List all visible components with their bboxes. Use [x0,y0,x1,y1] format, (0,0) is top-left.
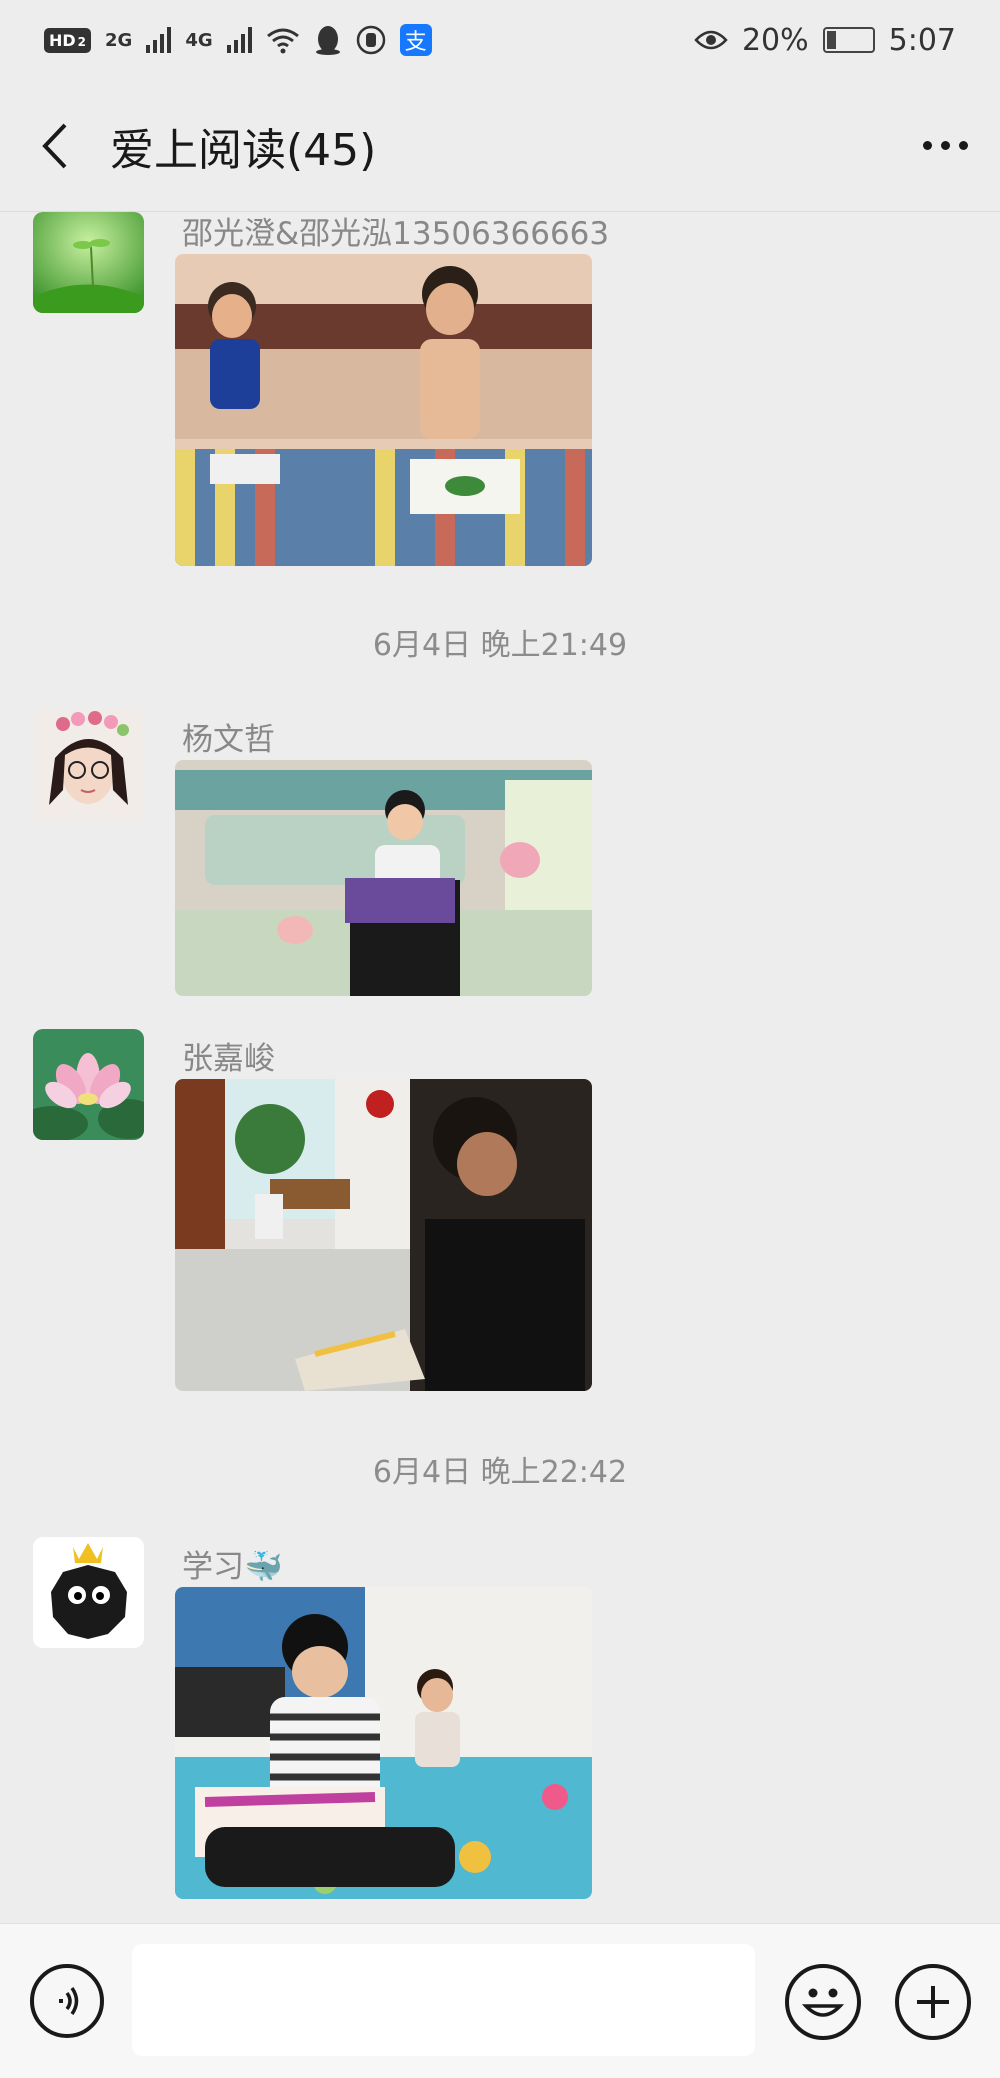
network-4g-label: 4G [185,29,213,51]
two-boys-reading-on-bed-image [175,254,592,566]
clock: 5:07 [888,22,956,58]
two-boys-reading-on-blanket-image [175,1587,592,1899]
avatar[interactable] [33,710,144,821]
chat-header: 爱上阅读(45) [0,80,1000,212]
avatar[interactable] [33,1537,144,1648]
status-right: 20% 5:07 [694,23,956,58]
status-left: HD 2 2G 4G 支 [44,24,432,56]
signal-icon-2 [226,27,252,53]
back-icon[interactable] [0,80,110,212]
black-soot-sprite-crown-avatar-image [33,1537,144,1648]
sender-name: 邵光澄&邵光泓13506366663 [182,216,610,252]
more-options-icon[interactable] [890,80,1000,212]
signal-icon [146,27,172,53]
chat-photo[interactable] [175,254,592,566]
timestamp: 6月4日 晚上22:42 [372,1455,628,1490]
chat-title: 爱上阅读(45) [110,124,377,176]
hand-stop-icon [356,25,385,55]
plus-icon [917,1986,949,2018]
network-2g-label: 2G [105,29,133,51]
chat-photo[interactable] [175,1079,592,1391]
chat-photo[interactable] [175,760,592,996]
voice-input-button[interactable] [30,1964,104,2038]
battery-icon [822,27,875,53]
sender-name: 杨文哲 [182,722,275,758]
leaf-sprout-avatar-image [33,212,144,313]
hd-icon: HD 2 [44,27,92,53]
sim-label: 2 [77,34,87,49]
wifi-icon [266,28,299,54]
message-input[interactable] [132,1944,755,2056]
alipay-icon: 支 [399,24,432,56]
avatar[interactable] [33,212,144,313]
boy-reading-on-floor-image [175,1079,592,1391]
qq-penguin-icon [315,26,340,55]
battery-percent: 20% [741,22,809,58]
avatar[interactable] [33,1029,144,1140]
boy-reading-in-bed-image [175,760,592,996]
status-bar: HD 2 2G 4G 支 20% 5:07 [0,0,1000,80]
sender-name: 张嘉峻 [182,1041,275,1077]
sender-name: 学习🐳 [182,1549,283,1585]
chat-input-bar [0,1923,1000,2078]
eye-icon [694,30,728,50]
timestamp: 6月4日 晚上21:49 [372,628,628,663]
voice-wave-icon [59,1987,79,2015]
woman-flower-crown-avatar-image [33,710,144,821]
lotus-flower-avatar-image [33,1029,144,1140]
more-features-button[interactable] [895,1964,971,2040]
chat-photo[interactable] [175,1587,592,1899]
emoji-button[interactable] [785,1964,861,2040]
smiley-icon [801,1988,845,2017]
